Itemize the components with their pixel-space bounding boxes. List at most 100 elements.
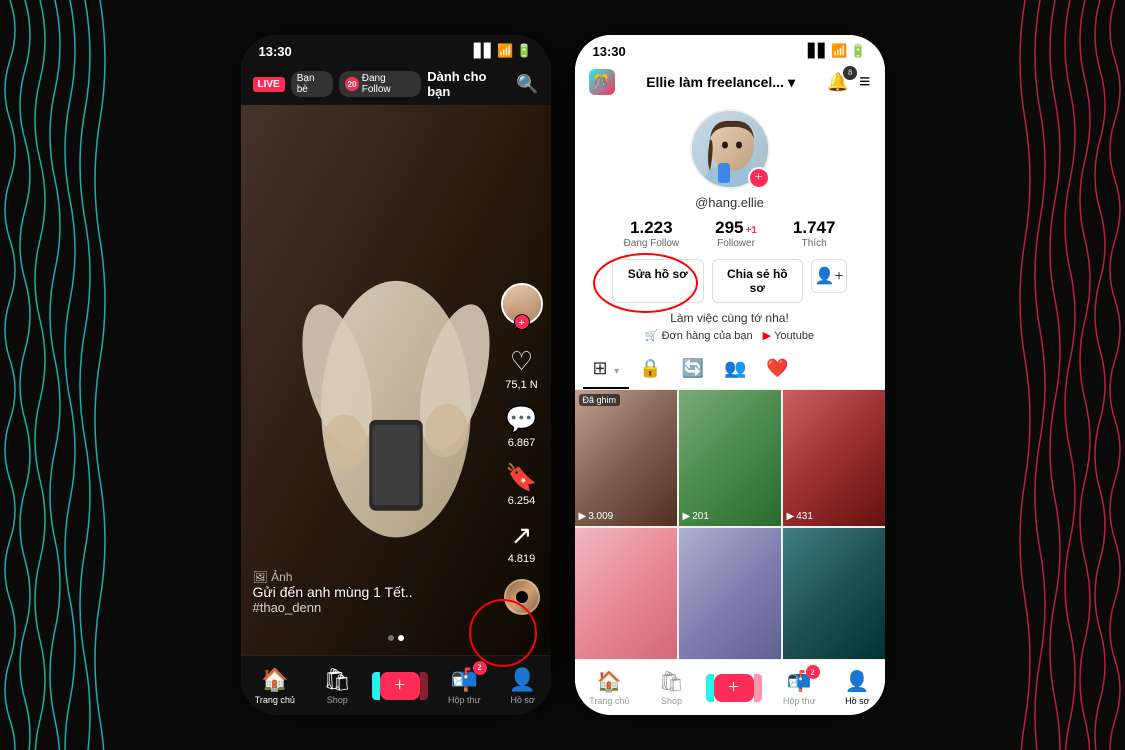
inbox-label: Hộp thư — [448, 695, 481, 705]
profile-action-buttons: Sửa hồ sơ Chia sẻ hồ sơ 👤+ — [600, 259, 859, 303]
video-thumb-5[interactable] — [679, 528, 781, 659]
action-buttons: + ♡ 75,1 N 💬 6.867 🔖 6.254 ↗ 4.819 — [501, 283, 543, 615]
repost-icon: 🔄 — [682, 358, 704, 378]
video-thumb-6[interactable] — [783, 528, 885, 659]
likes-label: Thích — [802, 238, 827, 249]
nav-profile-left[interactable]: 👤 Hồ sơ — [509, 667, 536, 705]
tab-repost[interactable]: 🔄 — [672, 350, 714, 389]
live-badge[interactable]: LIVE — [253, 77, 285, 92]
chevron-down-icon: ▾ — [788, 74, 795, 91]
profile-icon-right: 👤 — [845, 669, 870, 694]
bookmark-count: 6.254 — [508, 495, 536, 507]
tab-tagged[interactable]: 👥 — [714, 350, 756, 389]
username-top[interactable]: Ellie làm freelancel... ▾ — [646, 74, 795, 91]
like-button[interactable]: ♡ 75,1 N — [505, 347, 537, 391]
tab-grid[interactable]: ⊞ ▾ — [583, 350, 630, 389]
inbox-label-right: Hộp thư — [783, 696, 816, 706]
profile-icon: 🎊 — [589, 69, 615, 95]
edit-profile-button[interactable]: Sửa hồ sơ — [612, 259, 704, 303]
nav-home-left[interactable]: 🏠 Trang chủ — [255, 667, 295, 705]
shop-link-icon: 🛒 — [645, 329, 659, 342]
nav-shop-left[interactable]: 🛍 Shop — [323, 667, 351, 705]
notification-count: 20 — [345, 77, 358, 91]
shop-label-right: Shop — [661, 696, 682, 706]
youtube-icon: ▶ — [763, 329, 771, 342]
ban-be-tab[interactable]: Bạn bè — [291, 71, 334, 97]
tab-filter-icon: ▾ — [614, 366, 619, 377]
right-phone: 13:30 ▋▋ 📶 🔋 🎊 Ellie làm freelancel... ▾ — [575, 35, 885, 715]
share-button[interactable]: ↗ 4.819 — [508, 521, 536, 565]
caption-text: Gửi đến anh mùng 1 Tết.. — [253, 584, 413, 600]
notification-icon-wrap[interactable]: 🔔 8 — [827, 72, 849, 93]
follower-plus: +1 — [746, 225, 757, 236]
pinned-badge: Đã ghim — [579, 394, 621, 406]
shop-link[interactable]: 🛒 Đơn hàng của bạn — [645, 329, 753, 342]
video-count-2: ▶ 201 — [683, 511, 709, 522]
following-count: 1.223 — [630, 218, 673, 238]
disc-action[interactable] — [504, 579, 540, 615]
profile-bio: Làm việc cùng tớ nha! — [656, 311, 803, 325]
nav-create-left[interactable]: + — [380, 672, 420, 700]
follow-plus-badge[interactable]: + — [514, 314, 530, 330]
nav-create-right[interactable]: + — [714, 674, 754, 702]
top-nav-left[interactable]: LIVE Bạn bè 20 Đang Follow Dành cho bạn … — [241, 63, 551, 105]
home-label-right: Trang chủ — [589, 696, 629, 706]
grid-icon: ⊞ — [593, 358, 608, 378]
youtube-link[interactable]: ▶ Youtube — [763, 329, 814, 342]
heart-icon: ♡ — [510, 347, 533, 377]
stat-followers[interactable]: 295 +1 Follower — [697, 218, 775, 249]
stat-likes[interactable]: 1.747 Thích — [775, 218, 854, 249]
shop-icon: 🛍 — [323, 667, 351, 693]
liked-icon: ❤️ — [766, 358, 788, 378]
nav-profile-right[interactable]: 👤 Hồ sơ — [845, 669, 870, 706]
add-friend-button[interactable]: 👤+ — [811, 259, 847, 293]
time-right: 13:30 — [593, 44, 626, 59]
search-icon-left[interactable]: 🔍 — [516, 74, 538, 95]
home-icon-right: 🏠 — [597, 669, 622, 694]
video-grid: Đã ghim ▶ 3.009 ▶ 201 ▶ 431 — [575, 390, 885, 659]
lock-icon: 🔒 — [639, 358, 661, 378]
danh-cho-ban-tab[interactable]: Dành cho bạn — [427, 69, 510, 99]
youtube-link-text: Youtube — [774, 330, 814, 342]
inbox-badge: 2 — [473, 661, 487, 675]
follower-label: Follower — [717, 238, 755, 249]
bookmark-button[interactable]: 🔖 6.254 — [505, 463, 537, 507]
video-thumb-1[interactable]: Đã ghim ▶ 3.009 — [575, 390, 677, 526]
profile-links: 🛒 Đơn hàng của bạn ▶ Youtube — [645, 329, 814, 342]
video-thumb-3[interactable]: ▶ 431 — [783, 390, 885, 526]
notification-badge: 8 — [843, 66, 857, 80]
profile-content: 13:30 ▋▋ 📶 🔋 🎊 Ellie làm freelancel... ▾ — [575, 35, 885, 659]
creator-avatar-wrap[interactable]: + — [501, 283, 543, 325]
status-icons-right: ▋▋ 📶 🔋 — [808, 43, 866, 59]
bottom-nav-right: 🏠 Trang chủ 🛍 Shop + 📬 Hộp thư 2 👤 Hồ sơ — [575, 659, 885, 715]
bottom-nav-left: 🏠 Trang chủ 🛍 Shop + 📬 Hộp thư 2 👤 Hồ sơ — [241, 655, 551, 715]
stat-following[interactable]: 1.223 Đang Follow — [606, 218, 698, 249]
nav-inbox-right[interactable]: 📬 Hộp thư 2 — [783, 669, 816, 706]
profile-label-left: Hồ sơ — [510, 695, 534, 705]
nav-home-right[interactable]: 🏠 Trang chủ — [589, 669, 629, 706]
caption-area: 🖼 Ảnh Gửi đến anh mùng 1 Tết.. #thao_den… — [253, 566, 413, 615]
edit-avatar-button[interactable]: + — [748, 167, 770, 189]
comment-button[interactable]: 💬 6.867 — [505, 405, 537, 449]
following-label: Đang Follow — [624, 238, 680, 249]
time-left: 13:30 — [259, 44, 292, 59]
dot-1 — [388, 635, 394, 641]
play-icon-1: ▶ — [579, 511, 587, 522]
deco-right — [975, 0, 1125, 750]
create-plus-right[interactable]: + — [714, 674, 754, 702]
dang-follow-tab[interactable]: 20 Đang Follow — [339, 71, 421, 97]
top-bar-icons: 🔔 8 ≡ — [827, 71, 871, 94]
left-phone: 13:30 ▋▋ 📶 🔋 LIVE Bạn bè 20 Đang Follow … — [241, 35, 551, 715]
menu-icon[interactable]: ≡ — [859, 71, 870, 94]
nav-inbox-left[interactable]: 📬 Hộp thư 2 — [448, 667, 481, 705]
video-thumb-4[interactable] — [575, 528, 677, 659]
tab-lock[interactable]: 🔒 — [629, 350, 671, 389]
tab-liked[interactable]: ❤️ — [756, 350, 798, 389]
bookmark-icon: 🔖 — [505, 463, 537, 493]
share-profile-button[interactable]: Chia sẻ hồ sơ — [712, 259, 804, 303]
nav-shop-right[interactable]: 🛍 Shop — [659, 669, 684, 706]
shop-icon-right: 🛍 — [659, 669, 684, 694]
share-icon: ↗ — [511, 521, 533, 551]
create-plus-button[interactable]: + — [380, 672, 420, 700]
video-thumb-2[interactable]: ▶ 201 — [679, 390, 781, 526]
